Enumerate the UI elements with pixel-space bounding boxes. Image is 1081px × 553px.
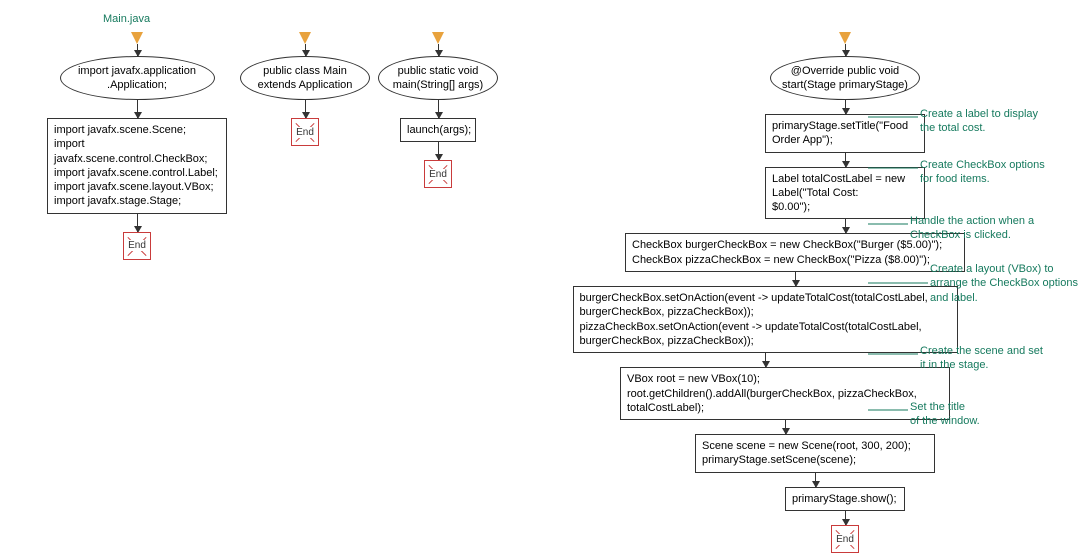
end-marker-icon: End: [424, 160, 452, 188]
annotation-label: Create CheckBox options for food items.: [920, 158, 1045, 187]
end-marker-icon: End: [291, 118, 319, 146]
ellipse-node: @Override public void start(Stage primar…: [770, 56, 920, 100]
connector: [765, 353, 766, 367]
box-node: Scene scene = new Scene(root, 300, 200);…: [695, 434, 935, 473]
annotation-label: Create a layout (VBox) to arrange the Ch…: [930, 262, 1078, 305]
box-node: primaryStage.show();: [785, 487, 905, 511]
annotation-label: Handle the action when a CheckBox is cli…: [910, 214, 1034, 243]
start-arrow-icon: [299, 32, 311, 44]
annotation-label: Create a label to display the total cost…: [920, 107, 1038, 136]
box-node: primaryStage.setTitle("Food Order App");: [765, 114, 925, 153]
connector: [438, 44, 439, 56]
ellipse-node: public class Main extends Application: [240, 56, 370, 100]
connector: [795, 272, 796, 286]
connector: [137, 100, 138, 118]
flow-col-2: public class Main extends Application En…: [240, 32, 370, 146]
connector: [845, 44, 846, 56]
connector: [815, 473, 816, 487]
annotation-label: Create the scene and set it in the stage…: [920, 344, 1043, 373]
ellipse-node: import javafx.application .Application;: [60, 56, 215, 100]
connector: [305, 100, 306, 118]
box-node: Label totalCostLabel = new Label("Total …: [765, 167, 925, 220]
flow-col-4: @Override public void start(Stage primar…: [520, 32, 950, 553]
start-arrow-icon: [839, 32, 851, 44]
box-node: VBox root = new VBox(10); root.getChildr…: [620, 367, 950, 420]
box-node: burgerCheckBox.setOnAction(event -> upda…: [573, 286, 958, 353]
end-marker-icon: End: [831, 525, 859, 553]
flow-col-1: import javafx.application .Application; …: [47, 32, 227, 260]
connector: [305, 44, 306, 56]
box-node: launch(args);: [400, 118, 476, 142]
connector: [845, 219, 846, 233]
start-arrow-icon: [131, 32, 143, 44]
end-marker-icon: End: [123, 232, 151, 260]
connector: [785, 420, 786, 434]
connector: [845, 100, 846, 114]
connector: [137, 44, 138, 56]
annotation-label: Set the title of the window.: [910, 400, 980, 429]
connector: [845, 153, 846, 167]
connector: [438, 142, 439, 160]
start-arrow-icon: [432, 32, 444, 44]
connector: [438, 100, 439, 118]
ellipse-node: public static void main(String[] args): [378, 56, 498, 100]
file-title: Main.java: [103, 13, 150, 25]
flow-col-3: public static void main(String[] args) l…: [378, 32, 498, 188]
connector: [845, 511, 846, 525]
box-node: import javafx.scene.Scene; import javafx…: [47, 118, 227, 214]
connector: [137, 214, 138, 232]
